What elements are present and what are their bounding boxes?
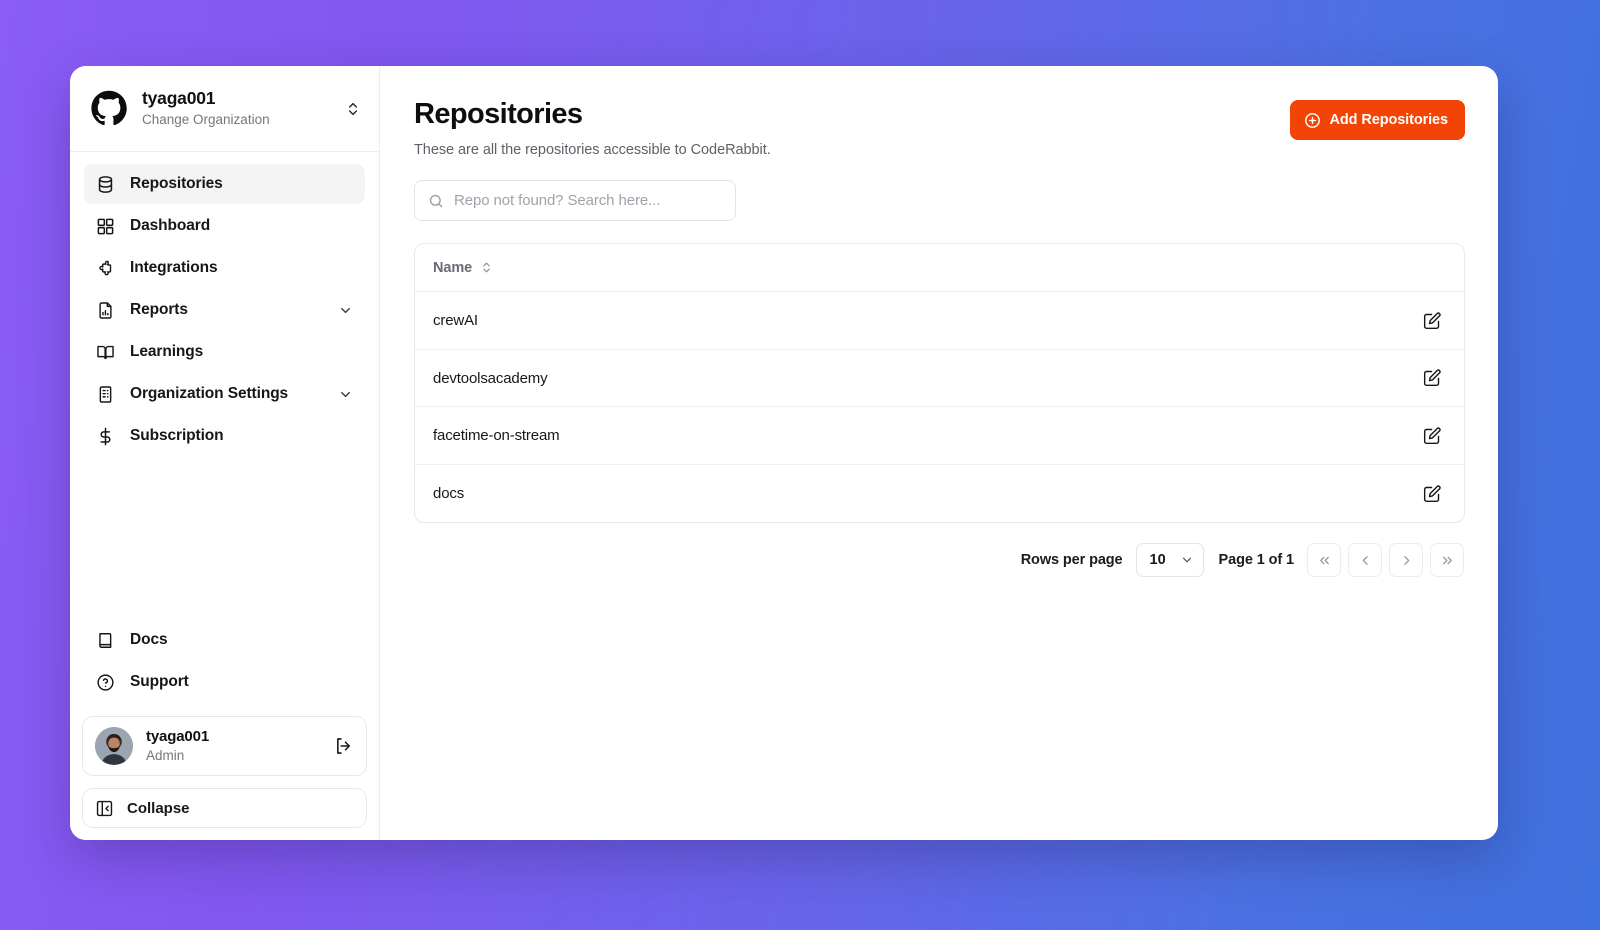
repo-name: devtoolsacademy <box>433 369 548 387</box>
pagination-bar: Rows per page 10 Page 1 of 1 <box>414 543 1465 578</box>
sidebar-item-dashboard[interactable]: Dashboard <box>84 206 365 246</box>
user-account-card[interactable]: tyaga001 Admin <box>82 716 367 776</box>
sidebar-item-label: Dashboard <box>130 217 211 235</box>
first-page-button[interactable] <box>1307 543 1341 578</box>
sidebar-item-label: Support <box>130 673 189 690</box>
page-header-text: Repositories These are all the repositor… <box>414 98 771 158</box>
sidebar-item-label: Organization Settings <box>130 385 289 403</box>
main-content: Repositories These are all the repositor… <box>380 66 1498 840</box>
chevrons-up-down-icon <box>345 99 361 119</box>
sidebar-item-label: Subscription <box>130 427 224 445</box>
add-repositories-label: Add Repositories <box>1329 112 1449 128</box>
chevrons-up-down-icon <box>480 260 493 275</box>
rows-per-page-value: 10 <box>1149 552 1166 569</box>
add-repositories-button[interactable]: Add Repositories <box>1289 100 1465 140</box>
user-meta: tyaga001 Admin <box>146 728 319 764</box>
page-header: Repositories These are all the repositor… <box>414 98 1465 158</box>
sidebar-item-label: Integrations <box>130 259 218 277</box>
org-name: tyaga001 <box>142 88 216 108</box>
sidebar-item-reports[interactable]: Reports <box>84 290 365 330</box>
repo-name: docs <box>433 485 465 503</box>
help-circle-icon <box>96 673 115 692</box>
chevron-down-icon[interactable] <box>338 303 353 318</box>
repo-name: facetime-on-stream <box>433 427 560 445</box>
rows-per-page-select[interactable]: 10 <box>1135 543 1204 578</box>
building-icon <box>96 385 115 404</box>
table-header-row: Name <box>415 244 1464 293</box>
table-row[interactable]: devtoolsacademy <box>415 350 1464 408</box>
dollar-icon <box>96 427 115 446</box>
book-icon <box>96 631 115 650</box>
panel-left-close-icon <box>95 799 114 818</box>
pagination-buttons <box>1307 543 1464 578</box>
search-input[interactable] <box>454 192 722 210</box>
repositories-table: Name crewAI devtoolsacademy facetime-on-… <box>414 243 1465 524</box>
database-icon <box>96 175 115 194</box>
sidebar-item-label: Docs <box>130 631 168 648</box>
square-pen-icon[interactable] <box>1421 483 1442 504</box>
sidebar-item-label: Reports <box>130 301 188 319</box>
repo-search-box[interactable] <box>414 180 736 222</box>
sidebar-item-label: Repositories <box>130 175 223 193</box>
last-page-button[interactable] <box>1430 543 1464 578</box>
page-subtitle: These are all the repositories accessibl… <box>414 142 771 159</box>
org-change-organization-label: Change Organization <box>142 111 270 127</box>
page-title: Repositories <box>414 98 583 130</box>
next-page-button[interactable] <box>1389 543 1423 578</box>
page-status: Page 1 of 1 <box>1218 552 1295 569</box>
plus-circle-icon <box>1304 112 1321 129</box>
sidebar-item-repositories[interactable]: Repositories <box>84 164 365 205</box>
sidebar-item-docs[interactable]: Docs <box>84 620 365 660</box>
collapse-label: Collapse <box>127 799 190 817</box>
sidebar-item-subscription[interactable]: Subscription <box>84 416 365 456</box>
sidebar-bottom-nav: Docs Support <box>70 620 379 702</box>
column-header-name[interactable]: Name <box>433 260 493 276</box>
search-icon <box>428 193 444 209</box>
chevron-down-icon[interactable] <box>338 387 353 402</box>
square-pen-icon[interactable] <box>1421 368 1442 389</box>
org-text: tyaga001 Change Organization <box>142 88 331 129</box>
sidebar-item-support[interactable]: Support <box>84 662 365 702</box>
repo-name: crewAI <box>433 312 478 330</box>
square-pen-icon[interactable] <box>1421 425 1442 446</box>
book-open-icon <box>96 343 115 362</box>
rows-per-page-label: Rows per page <box>1020 552 1123 569</box>
table-row[interactable]: docs <box>415 465 1464 523</box>
square-pen-icon[interactable] <box>1421 310 1442 331</box>
github-icon <box>90 90 128 128</box>
collapse-sidebar-button[interactable]: Collapse <box>82 788 367 828</box>
org-switcher[interactable]: tyaga001 Change Organization <box>70 66 379 153</box>
sidebar-item-organization-settings[interactable]: Organization Settings <box>84 374 365 414</box>
table-row[interactable]: facetime-on-stream <box>415 407 1464 465</box>
avatar <box>95 727 133 765</box>
puzzle-icon <box>96 259 115 278</box>
sidebar-item-integrations[interactable]: Integrations <box>84 248 365 288</box>
grid-icon <box>96 217 115 236</box>
sidebar-item-label: Learnings <box>130 343 204 361</box>
log-out-icon[interactable] <box>332 735 354 757</box>
user-role: Admin <box>146 747 185 763</box>
app-window: tyaga001 Change Organization Repositorie… <box>70 66 1498 840</box>
table-row[interactable]: crewAI <box>415 292 1464 350</box>
file-chart-icon <box>96 301 115 320</box>
sidebar: tyaga001 Change Organization Repositorie… <box>70 66 380 840</box>
sidebar-item-learnings[interactable]: Learnings <box>84 332 365 372</box>
chevron-down-icon <box>1180 553 1194 567</box>
user-name: tyaga001 <box>146 727 210 745</box>
column-header-label: Name <box>433 259 473 276</box>
sidebar-nav: Repositories Dashboard Integrations Repo… <box>70 152 379 456</box>
previous-page-button[interactable] <box>1348 543 1382 578</box>
